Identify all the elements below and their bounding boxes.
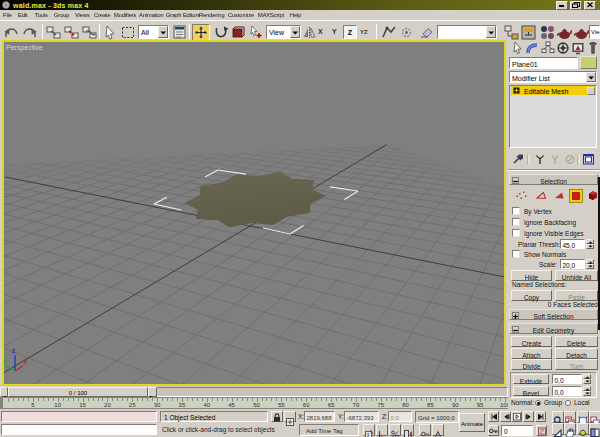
svg-text:3: 3 xyxy=(367,432,370,437)
